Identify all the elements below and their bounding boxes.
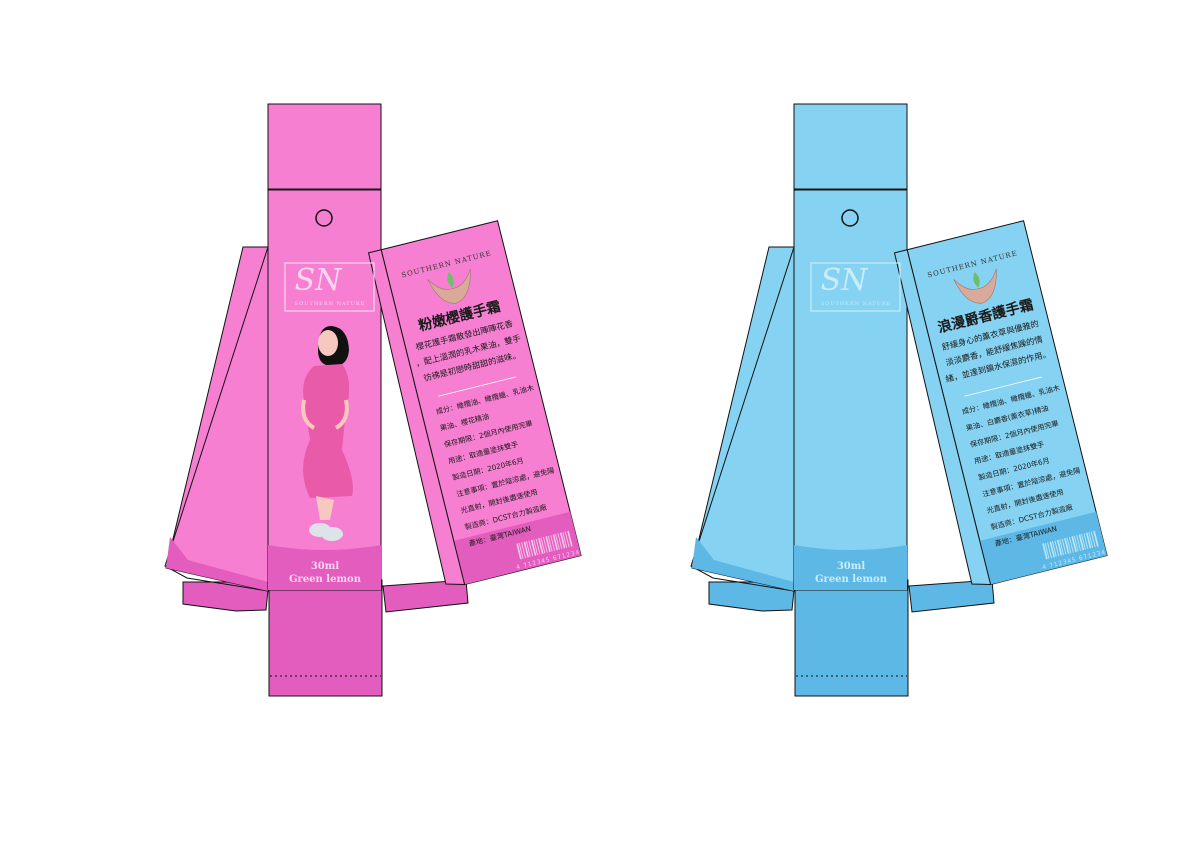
logo-mark: SN (295, 263, 344, 298)
top-tuck-flap (267, 103, 382, 190)
flavor-label: Green lemon (289, 574, 362, 585)
right-bottom-dust-flap (382, 579, 469, 613)
left-outer-side-panel (165, 246, 269, 592)
right-shoe (321, 527, 343, 541)
package-dieline-blue: SOUTHERN NATURE浪漫爵香護手霜舒緩身心的薰衣草與優雅的淡淡麝香，能… (690, 103, 1108, 697)
back-panel-group: SOUTHERN NATURE浪漫爵香護手霜舒緩身心的薰衣草與優雅的淡淡麝香，能… (893, 220, 1108, 586)
dieline-artboard: SOUTHERN NATURE粉嫩櫻護手霜櫻花護手霜散發出陣陣花香，配上溫潤的乳… (164, 103, 1108, 697)
logo-subtitle: SOUTHERN NATURE (295, 301, 366, 307)
right-bottom-dust-flap (908, 579, 995, 613)
volume-label: 30ml (311, 561, 339, 572)
flavor-label: Green lemon (815, 574, 888, 585)
package-dieline-pink: SOUTHERN NATURE粉嫩櫻護手霜櫻花護手霜散發出陣陣花香，配上溫潤的乳… (164, 103, 582, 697)
bottom-flap (794, 579, 909, 697)
left-outer-side-panel (691, 246, 795, 592)
back-panel-group: SOUTHERN NATURE粉嫩櫻護手霜櫻花護手霜散發出陣陣花香，配上溫潤的乳… (367, 220, 582, 586)
top-tuck-flap (793, 103, 908, 190)
volume-label: 30ml (837, 561, 865, 572)
logo-subtitle: SOUTHERN NATURE (821, 301, 892, 307)
face (318, 330, 338, 356)
logo-mark: SN (821, 263, 870, 298)
front-panel (793, 188, 908, 591)
artboard: SOUTHERN NATURE 粉嫩櫻護手霜 櫻花護手霜散發出陣陣花香 ，配上溫潤的乳… (0, 0, 1192, 842)
bottom-flap (268, 579, 383, 697)
